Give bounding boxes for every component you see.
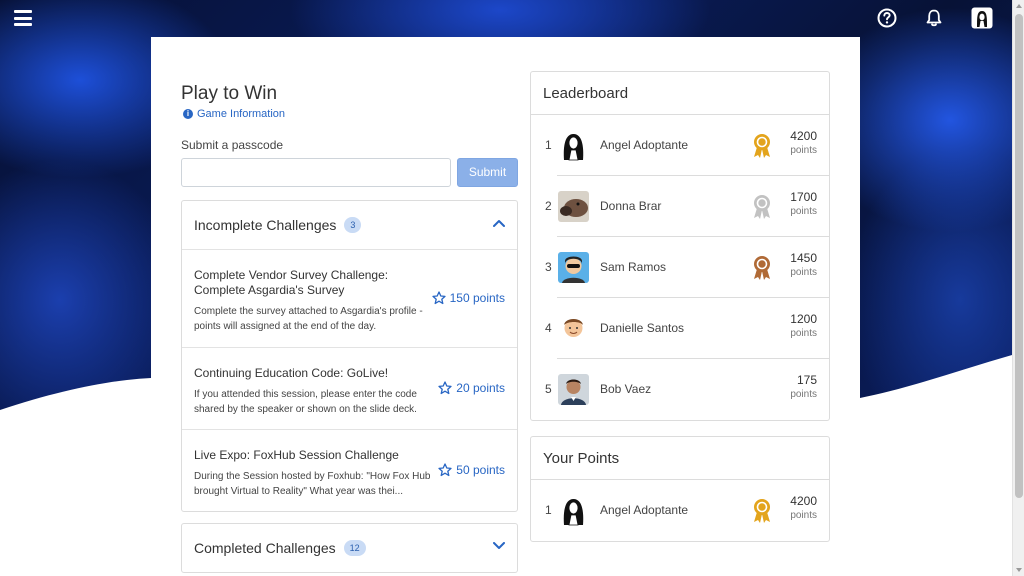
your-points-row[interactable]: 1 Angel Adoptante 4200 points xyxy=(531,480,829,541)
points-value: 1200 xyxy=(790,312,817,326)
your-name: Angel Adoptante xyxy=(600,503,689,517)
avatar[interactable] xyxy=(971,7,993,34)
completed-count-badge: 12 xyxy=(343,540,366,556)
challenge-item[interactable]: Complete Vendor Survey Challenge: Comple… xyxy=(182,249,517,347)
page-title: Play to Win xyxy=(181,83,278,104)
leaderboard-points: 1450 points xyxy=(790,251,817,278)
points-value: 1450 xyxy=(790,251,817,265)
points-unit: points xyxy=(790,389,817,400)
your-points-title: Your Points xyxy=(531,437,829,480)
game-information-link[interactable]: i Game Information xyxy=(183,108,285,120)
leaderboard-row[interactable]: 4 Danielle Santos 1200 points xyxy=(531,298,829,359)
leaderboard-name: Bob Vaez xyxy=(600,382,652,396)
main-content-card: Play to Win i Game Information Submit a … xyxy=(151,37,860,576)
challenge-title: Continuing Education Code: GoLive! xyxy=(194,366,389,380)
points-value: 1700 xyxy=(790,190,817,204)
points-unit: points xyxy=(790,206,817,217)
challenge-title: Live Expo: FoxHub Session Challenge xyxy=(194,448,399,462)
leaderboard-row[interactable]: 3 Sam Ramos 1450 points xyxy=(531,237,829,298)
leaderboard-rank: 2 xyxy=(545,199,552,213)
info-icon: i xyxy=(183,109,193,119)
leaderboard-row[interactable]: 2 Donna Brar 1700 points xyxy=(531,176,829,237)
leaderboard-rank: 3 xyxy=(545,260,552,274)
avatar xyxy=(558,130,589,161)
leaderboard-row[interactable]: 1 Angel Adoptante 4200 points xyxy=(531,115,829,176)
avatar xyxy=(558,252,589,283)
leaderboard-name: Sam Ramos xyxy=(600,260,667,274)
challenge-points-label: 150 points xyxy=(449,291,505,305)
avatar xyxy=(558,191,589,222)
leaderboard-points: 1200 points xyxy=(790,312,817,339)
scroll-down-arrow[interactable] xyxy=(1016,568,1022,572)
challenge-points: 50 points xyxy=(438,463,505,477)
passcode-input[interactable] xyxy=(181,158,451,187)
completed-challenges-header[interactable]: Completed Challenges 12 xyxy=(182,524,517,572)
leaderboard-name: Danielle Santos xyxy=(600,321,685,335)
leaderboard-rank: 1 xyxy=(545,138,552,152)
leaderboard-row[interactable]: 5 Bob Vaez 175 points xyxy=(531,359,829,420)
avatar xyxy=(558,374,589,405)
leaderboard-points: 1700 points xyxy=(790,190,817,217)
leaderboard-rank: 4 xyxy=(545,321,552,335)
points-value: 4200 xyxy=(790,494,817,508)
incomplete-count-badge: 3 xyxy=(344,217,362,233)
completed-challenges-title: Completed Challenges xyxy=(194,540,336,556)
menu-icon[interactable] xyxy=(14,10,32,26)
star-icon xyxy=(431,291,446,305)
points-unit: points xyxy=(790,510,817,521)
completed-challenges-panel: Completed Challenges 12 xyxy=(181,523,518,573)
leaderboard-points: 4200 points xyxy=(790,129,817,156)
page-scrollbar[interactable] xyxy=(1012,0,1024,576)
chevron-up-icon[interactable] xyxy=(493,219,505,227)
incomplete-challenges-panel: Incomplete Challenges 3 Complete Vendor … xyxy=(181,200,518,512)
points-unit: points xyxy=(790,145,817,156)
leaderboard-points: 175 points xyxy=(790,373,817,400)
challenge-description: Complete the survey attached to Asgardia… xyxy=(194,306,423,332)
passcode-label: Submit a passcode xyxy=(181,138,284,152)
leaderboard-rank: 5 xyxy=(545,382,552,396)
scroll-up-arrow[interactable] xyxy=(1016,4,1022,8)
points-unit: points xyxy=(790,328,817,339)
points-value: 4200 xyxy=(790,129,817,143)
bell-icon[interactable] xyxy=(924,8,944,33)
gold-medal-icon xyxy=(754,499,770,523)
star-icon xyxy=(438,381,452,395)
star-icon xyxy=(438,463,452,477)
bronze-medal-icon xyxy=(754,256,770,280)
challenge-item[interactable]: Live Expo: FoxHub Session Challenge Duri… xyxy=(182,429,517,511)
challenge-points: 20 points xyxy=(438,381,505,395)
challenge-title: Complete Vendor Survey Challenge: Comple… xyxy=(194,268,389,297)
scroll-thumb[interactable] xyxy=(1015,14,1023,498)
your-points-panel: Your Points 1 Angel Adoptante 4200 point… xyxy=(530,436,830,542)
challenge-description: During the Session hosted by Foxhub: "Ho… xyxy=(194,471,431,497)
challenge-points-label: 20 points xyxy=(456,381,505,395)
leaderboard-title: Leaderboard xyxy=(531,72,829,115)
challenge-points: 150 points xyxy=(431,291,505,305)
submit-button[interactable]: Submit xyxy=(457,158,518,187)
challenge-description: If you attended this session, please ent… xyxy=(194,389,417,415)
challenge-points-label: 50 points xyxy=(456,463,505,477)
gold-medal-icon xyxy=(754,134,770,158)
help-icon[interactable] xyxy=(877,8,897,33)
leaderboard-name: Angel Adoptante xyxy=(600,138,689,152)
points-unit: points xyxy=(790,267,817,278)
leaderboard-panel: Leaderboard 1 Angel Adoptante 4200 point… xyxy=(530,71,830,421)
incomplete-challenges-title: Incomplete Challenges xyxy=(194,217,337,233)
chevron-down-icon[interactable] xyxy=(493,542,505,550)
avatar xyxy=(558,495,589,526)
game-information-label: Game Information xyxy=(197,108,286,120)
avatar xyxy=(558,313,589,344)
your-rank: 1 xyxy=(545,503,552,517)
your-points-value: 4200 points xyxy=(790,494,817,521)
silver-medal-icon xyxy=(754,195,770,219)
leaderboard-name: Donna Brar xyxy=(600,199,662,213)
incomplete-challenges-header[interactable]: Incomplete Challenges 3 xyxy=(182,201,517,249)
challenge-item[interactable]: Continuing Education Code: GoLive! If yo… xyxy=(182,347,517,429)
points-value: 175 xyxy=(796,373,817,387)
